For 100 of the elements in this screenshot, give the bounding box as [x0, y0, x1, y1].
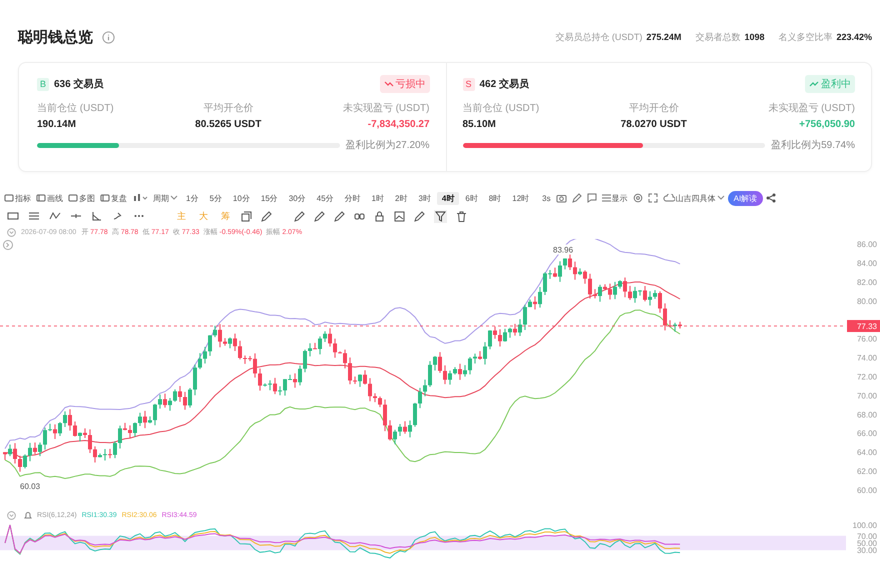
ratio-text: 盈利比例为59.74%: [771, 138, 855, 152]
settings-icon[interactable]: [632, 193, 643, 203]
period-tab[interactable]: 45分: [312, 192, 339, 204]
ai-button[interactable]: AI解读: [728, 190, 764, 206]
drawing-tool-icon[interactable]: [49, 211, 61, 221]
drawing-tool-icon[interactable]: [91, 211, 103, 221]
trash-icon[interactable]: [456, 210, 467, 222]
price-axis-label: 60.00: [856, 486, 877, 495]
font-dropdown[interactable]: 山吉四具体: [660, 192, 727, 204]
drawing-tool-icon[interactable]: [314, 210, 325, 222]
tool-icon: [4, 193, 14, 203]
metric-value: +756,050.90: [799, 119, 855, 130]
rsi-axis-label: 70.00: [856, 532, 877, 541]
metric-label: 当前仓位 (USDT): [462, 102, 540, 115]
stat-label: 名义多空比率: [778, 30, 832, 44]
stat-label: 交易者总数: [695, 30, 740, 44]
drawing-tool-icon[interactable]: [112, 211, 124, 221]
period-tab[interactable]: 4时: [436, 192, 460, 204]
display-button[interactable]: 显示: [600, 192, 630, 204]
drawing-tool-icon[interactable]: [394, 210, 405, 222]
high-price-label: 83.96: [551, 244, 575, 255]
price-axis-label: 86.00: [856, 240, 877, 249]
period-tab[interactable]: 分时: [340, 192, 366, 204]
price-axis-label: 82.00: [856, 278, 877, 287]
side-badge: S: [462, 78, 474, 90]
drawing-tool-icon[interactable]: [70, 211, 82, 221]
trader-count: 462 交易员: [480, 77, 530, 91]
drawing-tool-icon[interactable]: [414, 210, 425, 222]
metric-value: 85.10M: [462, 119, 497, 130]
metric-value: 190.14M: [37, 119, 77, 130]
tool-icon: [36, 193, 46, 203]
camera-icon[interactable]: [556, 193, 567, 203]
status-tag: 亏损中: [380, 75, 430, 93]
ratio-text: 盈利比例为27.20%: [346, 138, 430, 152]
toolbar-button[interactable]: 多图: [66, 192, 97, 204]
toolbar-button[interactable]: 复盘: [98, 192, 129, 204]
period-tab[interactable]: 30分: [284, 192, 311, 204]
note-icon[interactable]: [586, 193, 597, 203]
copy-icon[interactable]: [241, 210, 252, 222]
metric-label: 平均开仓价: [628, 102, 679, 115]
toolbar-button[interactable]: 画线: [34, 192, 65, 204]
metric-value: 80.5265 USDT: [195, 119, 262, 130]
period-tab[interactable]: 2时: [390, 192, 412, 204]
price-axis-label: 74.00: [856, 354, 877, 363]
price-axis-label: 62.00: [856, 467, 877, 476]
rsi-axis-label: 30.00: [856, 546, 877, 556]
metric-label: 当前仓位 (USDT): [37, 102, 114, 115]
drawing-tool-icon[interactable]: [334, 210, 345, 222]
last-price-tag: 77.33: [847, 320, 880, 332]
period-tab[interactable]: 5分: [204, 192, 227, 204]
period-dropdown[interactable]: 周期: [151, 192, 180, 204]
metric-label: 未实现盈亏 (USDT): [342, 102, 430, 115]
drawing-tool-icon[interactable]: [28, 211, 40, 221]
trader-count: 636 交易员: [54, 77, 104, 91]
lock-icon[interactable]: [374, 210, 385, 222]
info-icon[interactable]: [102, 30, 115, 44]
price-axis-label: 84.00: [856, 258, 877, 268]
period-tab[interactable]: 12时: [507, 192, 534, 204]
pencil-icon[interactable]: [261, 210, 272, 222]
fullscreen-icon[interactable]: [648, 193, 658, 203]
period-tab[interactable]: 10分: [228, 192, 255, 204]
metric-label: 未实现盈亏 (USDT): [768, 102, 855, 115]
trend-icon: [384, 80, 394, 88]
filter-icon[interactable]: [434, 210, 447, 222]
drawing-tool-icon[interactable]: [354, 210, 365, 222]
period-tab[interactable]: 6时: [460, 192, 483, 204]
drawing-tool-icon[interactable]: [294, 210, 305, 222]
trend-icon: [809, 80, 819, 88]
low-price-label: 60.03: [20, 482, 40, 492]
price-axis-label: 68.00: [856, 410, 877, 420]
price-axis-label: 80.00: [856, 296, 877, 306]
period-tab[interactable]: 3时: [413, 192, 436, 204]
metric-value: -7,834,350.27: [368, 119, 430, 130]
caret-icon: [170, 195, 178, 201]
stat-value: 1098: [744, 32, 764, 42]
bell-icon[interactable]: [24, 510, 32, 520]
stat-label: 交易员总持仓 (USDT): [555, 30, 642, 44]
drawing-tool-icon[interactable]: [7, 211, 19, 221]
period-tab[interactable]: 1分: [181, 192, 204, 204]
period-tab[interactable]: 8时: [484, 192, 506, 204]
stat-value: 223.42%: [836, 32, 872, 42]
cloud-icon: [662, 194, 675, 202]
share-icon[interactable]: [766, 193, 776, 203]
price-axis-label: 66.00: [856, 429, 877, 438]
rsi-axis-label: 50.00: [856, 539, 877, 548]
period-tab[interactable]: 1时: [366, 192, 389, 204]
refresh-interval-button[interactable]: 3s: [540, 192, 553, 204]
tool-icon: [68, 193, 78, 203]
side-badge: B: [37, 78, 49, 90]
list-icon: [602, 194, 611, 202]
price-axis-label: 76.00: [856, 334, 877, 344]
toolbar-button[interactable]: 指标: [2, 192, 33, 204]
metric-label: 平均开仓价: [203, 102, 254, 115]
price-axis-label: 64.00: [856, 448, 877, 458]
page-title: 聪明钱总览: [18, 28, 93, 46]
price-axis-label: 72.00: [856, 372, 877, 382]
period-tab[interactable]: 15分: [256, 192, 283, 204]
caret-icon: [716, 195, 725, 201]
rsi-axis-label: 100.00: [852, 521, 877, 530]
pen-icon[interactable]: [572, 193, 582, 203]
